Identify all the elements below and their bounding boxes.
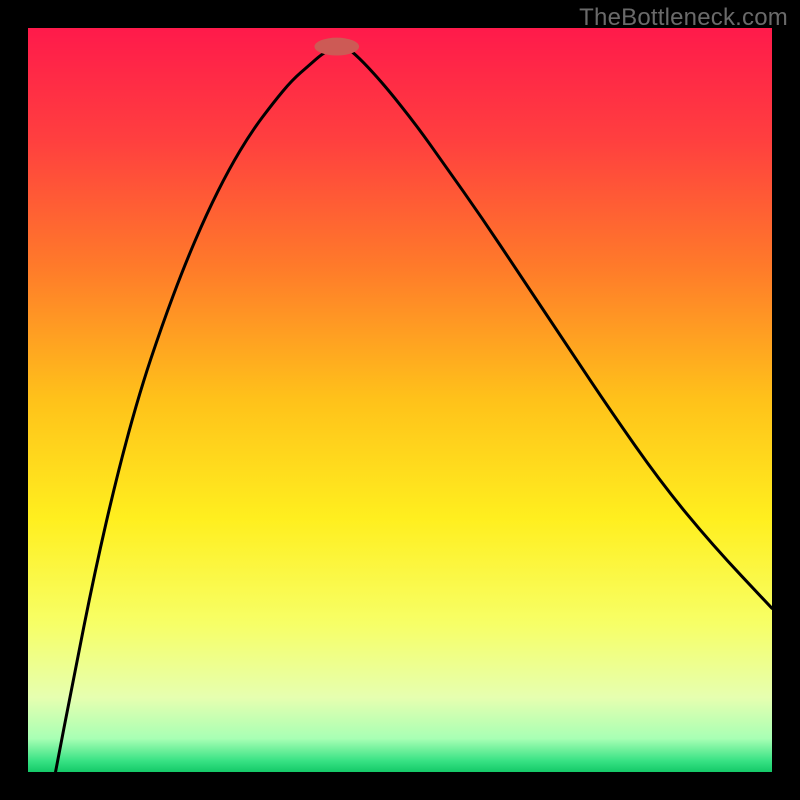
chart-frame: TheBottleneck.com (0, 0, 800, 800)
plot-area (28, 28, 772, 772)
bottleneck-marker (314, 38, 359, 56)
chart-svg (28, 28, 772, 772)
gradient-background (28, 28, 772, 772)
